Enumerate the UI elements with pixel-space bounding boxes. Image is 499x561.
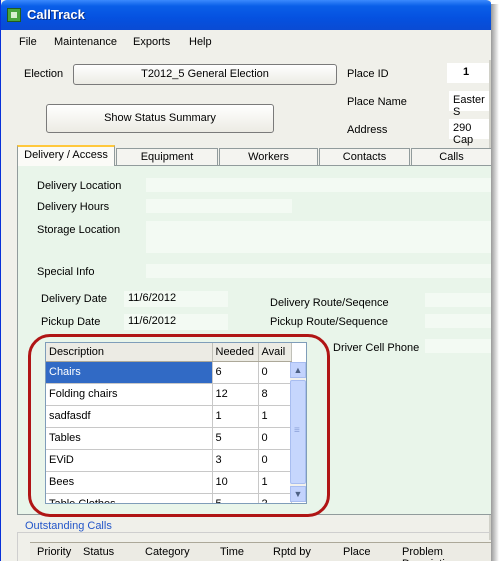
- calls-col-status[interactable]: Status: [83, 546, 114, 558]
- grid-vertical-scrollbar[interactable]: ▲ ▼: [290, 362, 306, 502]
- pickup-date-field[interactable]: 11/6/2012: [124, 314, 228, 330]
- cell-needed[interactable]: 10: [212, 471, 259, 494]
- cell-avail[interactable]: 0: [258, 361, 292, 384]
- column-header-needed[interactable]: Needed: [212, 343, 259, 362]
- grid-header-row: Description Needed Avail: [46, 343, 292, 362]
- menu-bar: File Maintenance Exports Help: [1, 30, 491, 54]
- delivery-date-label: Delivery Date: [41, 293, 108, 305]
- place-name-field[interactable]: Easter S: [449, 91, 489, 118]
- calls-col-place[interactable]: Place: [343, 546, 371, 558]
- cell-needed[interactable]: 5: [212, 427, 259, 450]
- table-row[interactable]: EViD 3 0: [46, 449, 292, 472]
- cell-description[interactable]: Bees: [46, 471, 213, 494]
- cell-description[interactable]: Table Clothes: [46, 493, 213, 503]
- table-row[interactable]: Tables 5 0: [46, 427, 292, 450]
- place-id-field[interactable]: 1: [447, 63, 489, 83]
- address-label: Address: [347, 124, 388, 136]
- show-status-summary-button[interactable]: Show Status Summary: [46, 104, 274, 133]
- cell-avail[interactable]: 1: [258, 471, 292, 494]
- cell-description[interactable]: sadfasdf: [46, 405, 213, 428]
- table-row[interactable]: Folding chairs 12 8: [46, 383, 292, 406]
- election-selector[interactable]: T2012_5 General Election: [73, 64, 337, 85]
- cell-avail[interactable]: 1: [258, 405, 292, 428]
- calls-col-problem-description[interactable]: Problem Descriptio: [402, 546, 491, 561]
- delivery-date-field[interactable]: 11/6/2012: [124, 291, 228, 307]
- storage-location-label: Storage Location: [37, 224, 121, 236]
- cell-avail[interactable]: 2: [258, 493, 292, 503]
- column-header-avail[interactable]: Avail: [258, 343, 292, 362]
- cell-avail[interactable]: 8: [258, 383, 292, 406]
- delivery-route-field[interactable]: [425, 293, 491, 307]
- cell-needed[interactable]: 1: [212, 405, 259, 428]
- special-info-field[interactable]: [146, 264, 491, 278]
- table-row[interactable]: Table Clothes 5 2: [46, 493, 292, 503]
- cell-needed[interactable]: 6: [212, 361, 259, 384]
- calls-col-time[interactable]: Time: [220, 546, 244, 558]
- tab-workers[interactable]: Workers: [219, 148, 318, 165]
- delivery-location-field[interactable]: [146, 178, 491, 192]
- title-bar[interactable]: CallTrack: [1, 0, 491, 30]
- menu-maintenance[interactable]: Maintenance: [54, 36, 117, 48]
- scroll-up-arrow-icon[interactable]: ▲: [290, 362, 306, 378]
- column-header-description[interactable]: Description: [46, 343, 213, 362]
- calltrack-window: CallTrack File Maintenance Exports Help …: [0, 0, 491, 561]
- cell-needed[interactable]: 12: [212, 383, 259, 406]
- storage-location-field[interactable]: [146, 221, 491, 253]
- cell-description[interactable]: Folding chairs: [46, 383, 213, 406]
- pickup-route-label: Pickup Route/Sequence: [270, 316, 389, 328]
- table-row[interactable]: Chairs 6 0: [46, 361, 292, 384]
- cell-avail[interactable]: 0: [258, 427, 292, 450]
- delivery-hours-field[interactable]: [146, 199, 292, 213]
- calls-col-category[interactable]: Category: [145, 546, 190, 558]
- election-label: Election: [24, 68, 64, 80]
- menu-help[interactable]: Help: [189, 36, 212, 48]
- driver-cell-phone-label: Driver Cell Phone: [333, 342, 420, 354]
- app-icon: [7, 8, 21, 22]
- tab-contacts[interactable]: Contacts: [319, 148, 410, 165]
- place-id-label: Place ID: [347, 68, 389, 80]
- table-row[interactable]: Bees 10 1: [46, 471, 292, 494]
- pickup-route-field[interactable]: [425, 314, 491, 328]
- scroll-down-arrow-icon[interactable]: ▼: [290, 486, 306, 502]
- cell-description[interactable]: EViD: [46, 449, 213, 472]
- table-row[interactable]: sadfasdf 1 1: [46, 405, 292, 428]
- cell-needed[interactable]: 5: [212, 493, 259, 503]
- window-shadow: [491, 4, 499, 561]
- equipment-grid[interactable]: Description Needed Avail Chairs 6 0 Fold…: [45, 342, 307, 504]
- delivery-hours-label: Delivery Hours: [37, 201, 110, 213]
- delivery-location-label: Delivery Location: [37, 180, 122, 192]
- calls-header-row: Priority Status Category Time Rptd by Pl…: [30, 542, 491, 561]
- menu-exports[interactable]: Exports: [133, 36, 170, 48]
- tab-delivery-access[interactable]: Delivery / Access: [17, 145, 115, 166]
- place-name-label: Place Name: [347, 96, 407, 108]
- address-field[interactable]: 290 Cap: [449, 119, 489, 146]
- cell-description[interactable]: Tables: [46, 427, 213, 450]
- special-info-label: Special Info: [37, 266, 95, 278]
- cell-avail[interactable]: 0: [258, 449, 292, 472]
- tab-equipment[interactable]: Equipment: [116, 148, 218, 165]
- pickup-date-label: Pickup Date: [41, 316, 101, 328]
- window-title: CallTrack: [27, 7, 85, 22]
- scroll-thumb[interactable]: [290, 380, 306, 484]
- delivery-route-label: Delivery Route/Seqence: [270, 297, 389, 309]
- tab-calls[interactable]: Calls: [411, 148, 491, 165]
- outstanding-calls-label: Outstanding Calls: [25, 520, 112, 532]
- cell-needed[interactable]: 3: [212, 449, 259, 472]
- cell-description[interactable]: Chairs: [46, 361, 213, 384]
- calls-col-priority[interactable]: Priority: [37, 546, 71, 558]
- driver-cell-phone-field[interactable]: [425, 339, 491, 353]
- menu-file[interactable]: File: [19, 36, 37, 48]
- calls-col-rptd-by[interactable]: Rptd by: [273, 546, 311, 558]
